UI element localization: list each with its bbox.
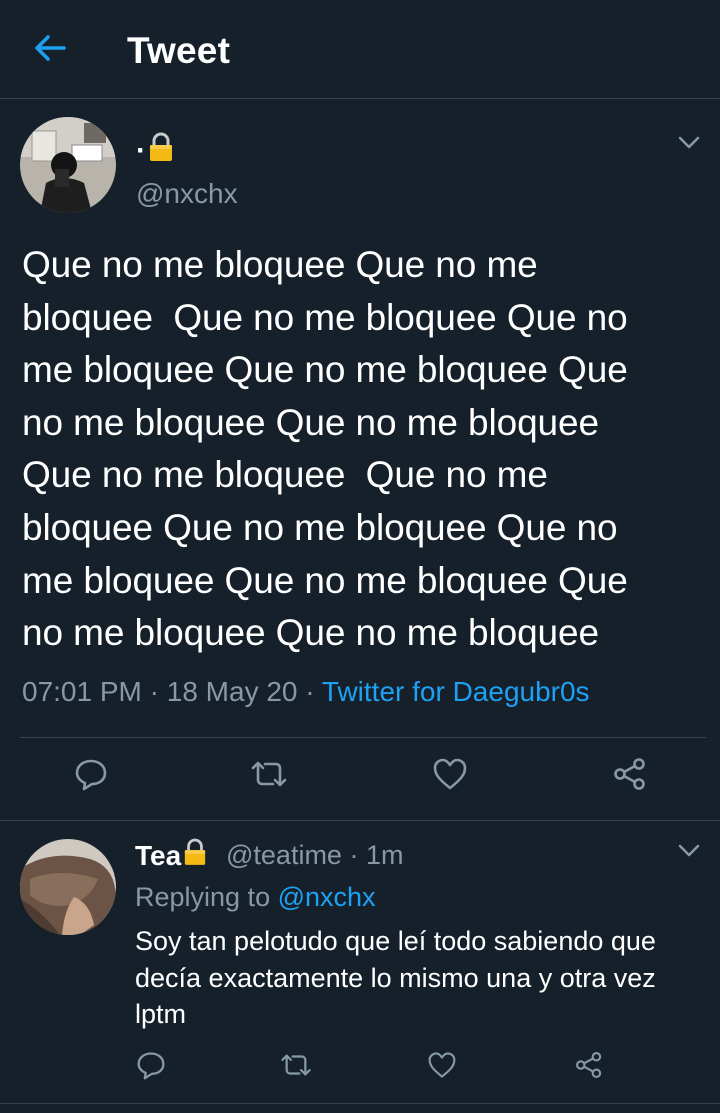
reply-author-name-text: Tea: [135, 839, 182, 871]
chevron-down-icon: [678, 136, 700, 155]
like-icon: [427, 1051, 457, 1084]
tweet-time: 07:01 PM: [22, 676, 142, 707]
tweet-menu-button[interactable]: [674, 130, 704, 160]
reply-reply-button[interactable]: [126, 1042, 176, 1092]
author-handle[interactable]: @nxchx: [136, 178, 238, 210]
replying-to-mention[interactable]: @nxchx: [278, 882, 376, 912]
divider: [0, 1103, 720, 1104]
reply-icon: [136, 1050, 166, 1085]
like-icon: [432, 757, 468, 796]
share-button[interactable]: [605, 751, 655, 801]
replying-to: Replying to @nxchx: [135, 882, 376, 913]
reply-author-display-name[interactable]: Tea: [135, 838, 207, 873]
replying-to-label: Replying to: [135, 882, 278, 912]
meta-separator: ·: [341, 840, 366, 870]
meta-separator: ·: [141, 676, 167, 707]
tweet-date: 18 May 20: [166, 676, 298, 707]
meta-separator: ·: [297, 676, 322, 707]
divider: [0, 820, 720, 821]
lock-icon: [148, 132, 174, 170]
share-icon: [612, 757, 648, 796]
reply-author-avatar[interactable]: [20, 839, 116, 935]
arrow-left-icon: [34, 34, 66, 67]
tweet-metadata: 07:01 PM · 18 May 20 · Twitter for Daegu…: [22, 676, 590, 708]
tweet-source-link[interactable]: Twitter for Daegubr0s: [322, 676, 590, 707]
chevron-down-icon: [678, 844, 700, 863]
reply-icon: [74, 757, 108, 796]
reply-author-handle[interactable]: @teatime: [226, 840, 342, 870]
retweet-button[interactable]: [244, 751, 294, 801]
page-title: Tweet: [127, 30, 231, 71]
back-button[interactable]: [22, 26, 78, 74]
lock-icon: [183, 838, 207, 873]
reply-menu-button[interactable]: [674, 838, 704, 868]
reply-handle-time: @teatime · 1m: [226, 840, 403, 871]
reply-timestamp: 1m: [365, 840, 404, 870]
reply-button[interactable]: [66, 751, 116, 801]
tweet-text: Que no me bloquee Que no me bloquee Que …: [22, 244, 628, 654]
like-button[interactable]: [425, 751, 475, 801]
divider: [20, 737, 706, 738]
reply-retweet-button[interactable]: [271, 1042, 321, 1092]
retweet-icon: [249, 758, 289, 795]
reply-text: Soy tan pelotudo que leí todo sabiendo q…: [135, 926, 656, 1029]
share-icon: [574, 1051, 604, 1084]
retweet-icon: [279, 1051, 313, 1084]
author-name-text: ·: [136, 134, 146, 167]
reply-share-button[interactable]: [564, 1042, 614, 1092]
reply-like-button[interactable]: [417, 1042, 467, 1092]
author-avatar[interactable]: [20, 117, 116, 213]
top-bar: Tweet: [0, 0, 720, 99]
author-display-name[interactable]: ·: [136, 132, 174, 170]
